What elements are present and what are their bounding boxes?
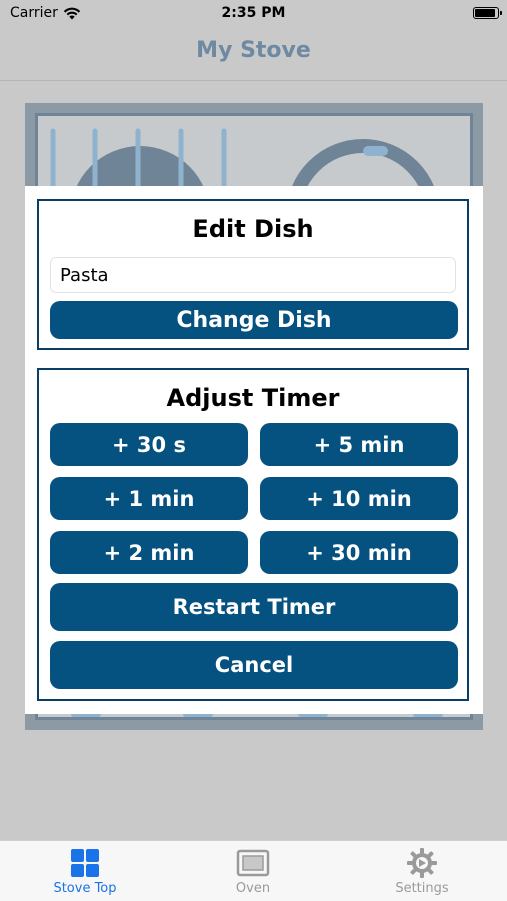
tab-bar: Stove Top Oven Settings [0, 840, 507, 901]
grid-icon [71, 849, 99, 877]
tab-oven[interactable]: Oven [193, 847, 313, 896]
add-10-minutes-button[interactable]: + 10 min [260, 477, 458, 520]
page-title: My Stove [196, 38, 311, 63]
edit-dish-section: Edit Dish Change Dish [37, 199, 469, 350]
adjust-timer-section: Adjust Timer + 30 s + 5 min + 1 min + 10… [37, 368, 469, 701]
adjust-timer-title: Adjust Timer [166, 384, 340, 412]
tab-label: Stove Top [53, 881, 117, 896]
tab-label: Settings [395, 881, 449, 896]
edit-dish-dialog: Edit Dish Change Dish Adjust Timer + 30 … [25, 186, 483, 714]
navigation-bar: My Stove [0, 28, 507, 81]
tab-settings[interactable]: Settings [362, 847, 482, 896]
gear-icon [407, 848, 437, 878]
tab-label: Oven [235, 881, 271, 896]
add-2-minutes-button[interactable]: + 2 min [50, 531, 248, 574]
change-dish-button[interactable]: Change Dish [50, 301, 458, 339]
add-1-minute-button[interactable]: + 1 min [50, 477, 248, 520]
edit-dish-title: Edit Dish [192, 215, 314, 243]
clock: 2:35 PM [221, 5, 286, 21]
add-30-seconds-button[interactable]: + 30 s [50, 423, 248, 466]
oven-icon [236, 849, 270, 877]
battery-icon [473, 7, 502, 19]
restart-timer-button[interactable]: Restart Timer [50, 583, 458, 631]
cancel-button[interactable]: Cancel [50, 641, 458, 689]
add-5-minutes-button[interactable]: + 5 min [260, 423, 458, 466]
status-bar: Carrier 2:35 PM [0, 0, 507, 28]
add-30-minutes-button[interactable]: + 30 min [260, 531, 458, 574]
dish-name-input[interactable] [50, 257, 456, 293]
tab-stove-top[interactable]: Stove Top [25, 847, 145, 896]
